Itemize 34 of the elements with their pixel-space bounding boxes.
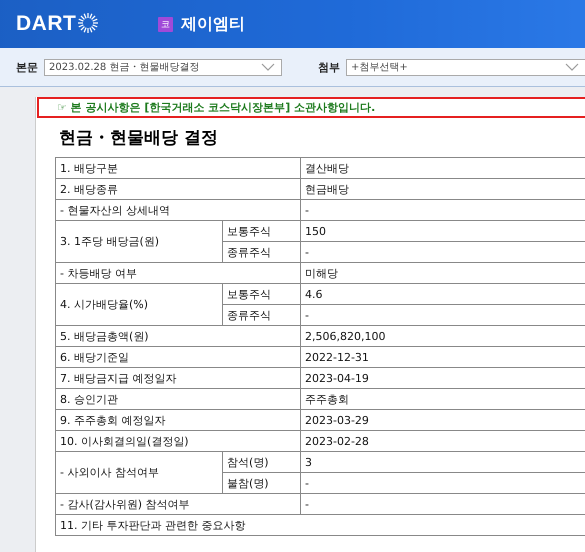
table-cell: 종류주식 [222, 242, 300, 262]
attachment-label: 첨부 [318, 60, 340, 74]
table-cell: 7. 배당금지급 예정일자 [56, 368, 300, 388]
table-cell: 11. 기타 투자판단과 관련한 중요사항 [56, 514, 585, 536]
table-cell: 보통주식 [222, 220, 300, 242]
table-cell: - 감사(감사위원) 참석여부 [56, 494, 300, 514]
attachment-select[interactable]: +첨부선택+ [346, 58, 585, 76]
table-cell: 5. 배당금총액(원) [56, 326, 300, 346]
main-label: 본문 [16, 60, 38, 74]
table-cell: 보통주식 [222, 284, 300, 304]
market-badge: 코 [158, 16, 173, 32]
dart-logo[interactable]: DART [16, 12, 76, 36]
table-cell: 4. 시가배당율(%) [56, 284, 222, 326]
document-title: 현금・현물배당 결정 [59, 127, 219, 149]
company-name: 제이엠티 [181, 14, 245, 34]
table-cell: 불참(명) [222, 472, 300, 494]
table-cell: 8. 승인기관 [56, 388, 300, 410]
table-cell: 2. 배당종류 [56, 178, 300, 200]
table-cell: - 현물자산의 상세내역 [56, 200, 300, 220]
table-cell: - 사외이사 참석여부 [56, 452, 222, 494]
table-cell: 10. 이사회결의일(결정일) [56, 430, 300, 452]
table-cell: 참석(명) [222, 452, 300, 472]
chevron-icon [261, 63, 275, 71]
chevron-icon [565, 63, 579, 71]
table-cell: 종류주식 [222, 304, 300, 326]
sunburst-icon [77, 12, 100, 34]
document-select[interactable]: 2023.02.28 현금・현물배당결정 [44, 58, 282, 76]
table-cell: 결산배당 [300, 158, 585, 178]
table-cell: - 차등배당 여부 [56, 262, 300, 284]
table-cell: 3. 1주당 배당금(원) [56, 220, 222, 262]
table-cell: 1. 배당구분 [56, 158, 300, 178]
table-cell: 6. 배당기준일 [56, 346, 300, 368]
notice-text: ☞ 본 공시사항은 [한국거래소 코스닥시장본부] 소관사항입니다. [57, 100, 376, 115]
table-cell: 9. 주주총회 예정일자 [56, 410, 300, 430]
